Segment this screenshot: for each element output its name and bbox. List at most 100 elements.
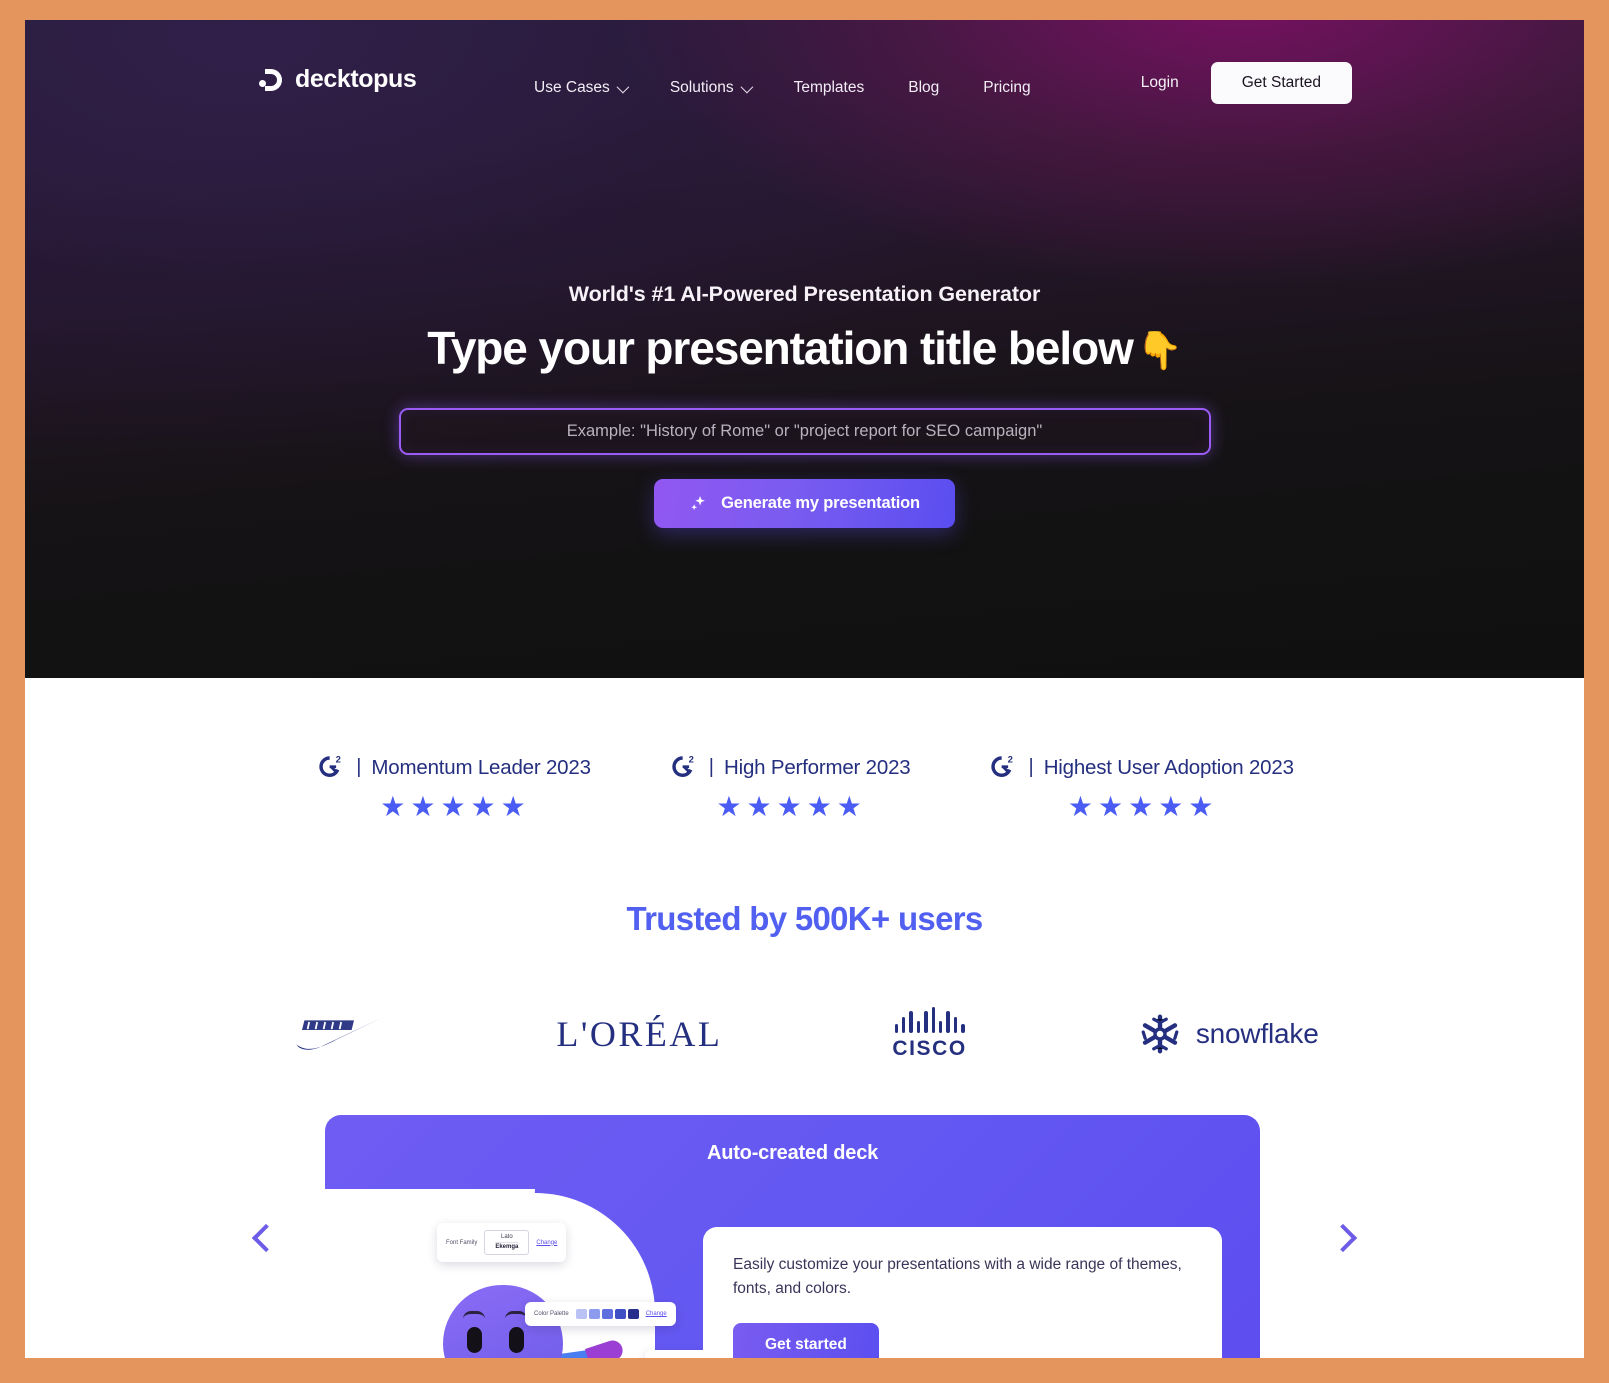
star-icon: ★: [1067, 791, 1093, 822]
svg-text:2: 2: [336, 754, 341, 765]
nav-item-solutions[interactable]: Solutions: [648, 73, 772, 103]
star-icon: ★: [776, 791, 802, 822]
star-icon: ★: [746, 791, 772, 822]
slide-description: Easily customize your presentations with…: [733, 1256, 1182, 1298]
badge-header: 2 | High Performer 2023: [668, 752, 911, 783]
nav-item-label: Pricing: [983, 79, 1031, 96]
slide-title: Auto-created deck: [706, 1142, 879, 1164]
g2-icon: 2: [319, 754, 341, 777]
badge-label: Momentum Leader 2023: [371, 755, 591, 779]
generate-button-label: Generate my presentation: [721, 494, 920, 512]
nav-item-use-cases[interactable]: Use Cases: [512, 73, 648, 103]
nav-item-pricing[interactable]: Pricing: [961, 73, 1052, 103]
font-family-widget: Font Family Lato Ekemga Change: [437, 1223, 567, 1262]
nav-item-label: Templates: [793, 79, 865, 96]
badge-label: Highest User Adoption 2023: [1043, 755, 1294, 779]
cisco-bars-icon: [894, 1007, 965, 1033]
star-icon: ★: [500, 791, 526, 822]
svg-text:2: 2: [688, 754, 693, 765]
badge-label: High Performer 2023: [723, 755, 911, 779]
slide-get-started-button[interactable]: Get started: [733, 1323, 879, 1358]
mascot-eyebrow: [463, 1311, 485, 1319]
palette-swatches: [575, 1309, 639, 1319]
hero-headline-text: Type your presentation title below: [427, 322, 1134, 374]
badge-star-rating: ★ ★ ★ ★ ★: [380, 793, 526, 821]
badge-separator: |: [1028, 756, 1034, 778]
generate-presentation-button[interactable]: Generate my presentation: [654, 479, 955, 528]
loreal-wordmark: L'ORÉAL: [556, 1014, 723, 1054]
page-root: decktopus Use Cases Solutions Templates …: [25, 20, 1584, 1358]
svg-text:2: 2: [1008, 754, 1013, 765]
star-icon: ★: [470, 791, 496, 822]
nav-links: Use Cases Solutions Templates Blog Prici…: [512, 73, 1053, 103]
color-palette-label: Color Palette: [534, 1311, 569, 1317]
hero-content: World's #1 AI-Powered Presentation Gener…: [25, 282, 1584, 528]
g2-icon: 2: [991, 754, 1013, 777]
logo-cisco: CISCO: [892, 1007, 967, 1061]
palette-change-link[interactable]: Change: [646, 1311, 667, 1317]
snowflake-icon: [1141, 1014, 1179, 1054]
nav-item-label: Blog: [908, 79, 940, 96]
logo-nike: [290, 1014, 386, 1054]
trusted-heading: Trusted by 500K+ users: [626, 900, 983, 937]
nav-actions: Login Get Started: [1131, 62, 1352, 104]
carousel-prev-button[interactable]: [247, 1213, 285, 1263]
mascot-eye: [467, 1327, 482, 1353]
font-change-link[interactable]: Change: [536, 1240, 557, 1246]
cisco-wordmark: CISCO: [892, 1037, 967, 1060]
star-icon: ★: [806, 791, 832, 822]
star-icon: ★: [380, 791, 406, 822]
brand-logo[interactable]: decktopus: [259, 65, 417, 94]
chevron-left-icon: [251, 1223, 281, 1253]
hero-section: decktopus Use Cases Solutions Templates …: [25, 20, 1584, 678]
nav-item-label: Solutions: [669, 79, 734, 96]
pointing-down-hand-icon: 👇: [1136, 329, 1183, 371]
decktopus-logo-icon: [259, 67, 285, 93]
brand-name: decktopus: [295, 65, 417, 93]
prompt-row: [25, 408, 1584, 455]
top-navigation: decktopus Use Cases Solutions Templates …: [25, 20, 1584, 130]
star-icon: ★: [1097, 791, 1124, 822]
badge-star-rating: ★ ★ ★ ★ ★: [716, 793, 862, 821]
login-link[interactable]: Login: [1131, 68, 1189, 98]
chevron-right-icon: [1328, 1223, 1358, 1253]
customer-logos: L'ORÉAL CISCO snowflake: [25, 1007, 1584, 1061]
font-option-b: Ekemga: [495, 1242, 519, 1250]
star-icon: ★: [716, 791, 742, 822]
slide-illustration: Font Family Lato Ekemga Change Color Pal…: [325, 1175, 795, 1358]
font-option-a: Lato: [501, 1234, 513, 1240]
chevron-down-icon: [740, 80, 753, 93]
badge-separator: |: [356, 756, 362, 778]
hero-headline: Type your presentation title below 👇: [25, 321, 1584, 375]
nav-item-blog[interactable]: Blog: [886, 73, 961, 103]
mascot-eye: [509, 1327, 524, 1353]
star-icon: ★: [836, 791, 862, 822]
presentation-title-input[interactable]: [398, 408, 1211, 455]
star-icon: ★: [410, 791, 436, 822]
sparkles-icon: [691, 495, 705, 511]
star-icon: ★: [1188, 791, 1214, 822]
badge-header: 2 | Highest User Adoption 2023: [987, 752, 1294, 783]
badge-star-rating: ★ ★ ★ ★ ★: [1068, 793, 1214, 821]
carousel-next-button[interactable]: [1324, 1213, 1362, 1263]
g2-badges-section: 2 | Momentum Leader 2023 ★ ★ ★ ★ ★ 2 | H…: [25, 752, 1584, 821]
nav-item-templates[interactable]: Templates: [772, 73, 887, 103]
star-icon: ★: [1158, 791, 1184, 822]
chevron-down-icon: [616, 80, 630, 93]
color-palette-widget: Color Palette Change: [525, 1302, 676, 1326]
font-option-box: Lato Ekemga: [484, 1230, 530, 1255]
badge-separator: |: [708, 756, 714, 778]
get-started-button[interactable]: Get Started: [1210, 62, 1352, 104]
snowflake-wordmark: snowflake: [1195, 1018, 1319, 1049]
hero-eyebrow: World's #1 AI-Powered Presentation Gener…: [568, 282, 1041, 306]
generate-row: Generate my presentation: [25, 479, 1584, 528]
star-icon: ★: [1128, 791, 1154, 822]
badge-highest-user-adoption: 2 | Highest User Adoption 2023 ★ ★ ★ ★ ★: [987, 752, 1294, 821]
slide-text-panel: Easily customize your presentations with…: [703, 1227, 1222, 1358]
star-icon: ★: [440, 791, 466, 822]
g2-icon: 2: [672, 754, 694, 777]
badge-high-performer: 2 | High Performer 2023 ★ ★ ★ ★ ★: [668, 752, 911, 821]
carousel-slide: Auto-created deck Font Family Lato Ekemg…: [325, 1115, 1260, 1358]
mascot-eyebrow: [505, 1311, 527, 1319]
logo-snowflake: snowflake: [1137, 1011, 1319, 1057]
